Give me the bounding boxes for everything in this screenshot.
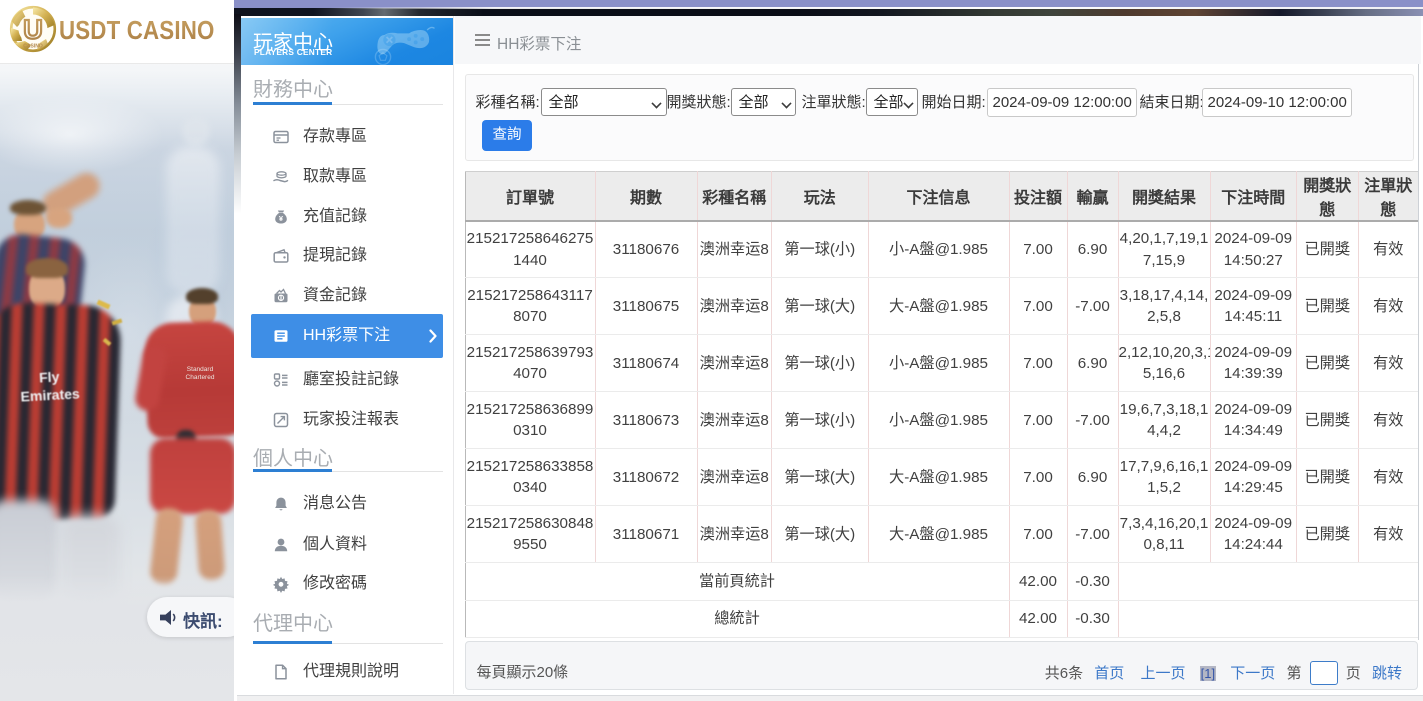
svg-text:CASINO: CASINO [23, 44, 43, 50]
svg-text:USDT CASINO: USDT CASINO [59, 17, 215, 46]
svg-text:U: U [23, 15, 43, 45]
